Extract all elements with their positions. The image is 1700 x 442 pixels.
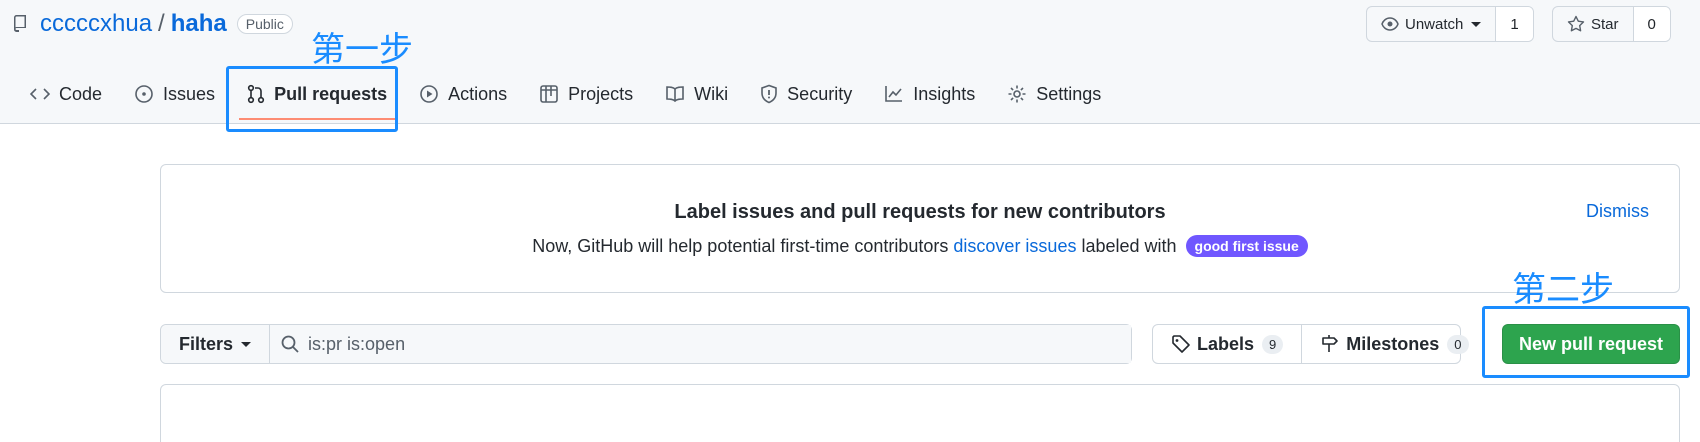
step1-annotation: 第一步 — [311, 30, 413, 70]
repo-nav: Code Issues Pull requests Actions Projec… — [14, 72, 1117, 120]
banner-text-before: Now, GitHub will help potential first-ti… — [532, 236, 954, 256]
tab-security[interactable]: Security — [744, 72, 868, 116]
dismiss-link[interactable]: Dismiss — [1586, 201, 1649, 222]
tab-projects-label: Projects — [568, 83, 634, 104]
tab-code[interactable]: Code — [14, 72, 118, 116]
milestone-icon — [1322, 335, 1339, 352]
tab-code-label: Code — [59, 83, 103, 104]
chevron-down-icon — [241, 341, 252, 347]
watchers-count[interactable]: 1 — [1496, 7, 1533, 41]
tab-issues[interactable]: Issues — [118, 72, 231, 116]
tab-issues-label: Issues — [163, 83, 216, 104]
tab-projects[interactable]: Projects — [523, 72, 649, 116]
gear-icon — [1008, 85, 1026, 103]
tab-security-label: Security — [787, 83, 853, 104]
code-icon — [30, 88, 50, 100]
banner-title: Label issues and pull requests for new c… — [674, 201, 1166, 223]
tab-settings-label: Settings — [1036, 83, 1102, 104]
play-icon — [420, 85, 438, 103]
star-button[interactable]: Star — [1553, 7, 1634, 41]
stars-count[interactable]: 0 — [1633, 7, 1670, 41]
tab-wiki[interactable]: Wiki — [649, 72, 744, 116]
labels-milestones-group: Labels 9 Milestones 0 — [1152, 324, 1469, 364]
filters-button[interactable]: Filters — [161, 325, 271, 363]
repo-separator: / — [158, 10, 165, 37]
discover-issues-link[interactable]: discover issues — [953, 236, 1076, 256]
labels-count: 9 — [1262, 334, 1284, 354]
chevron-down-icon — [1471, 21, 1482, 27]
tab-settings[interactable]: Settings — [991, 72, 1117, 116]
star-label: Star — [1591, 15, 1619, 33]
visibility-badge: Public — [236, 14, 293, 34]
watch-button-group: Unwatch 1 — [1366, 6, 1534, 42]
milestones-button[interactable]: Milestones 0 — [1301, 325, 1486, 363]
search-query: is:pr is:open — [308, 333, 406, 354]
new-pull-request-button[interactable]: New pull request — [1502, 324, 1680, 364]
tab-actions[interactable]: Actions — [403, 72, 523, 116]
filter-bar: Filters is:pr is:open — [160, 324, 1132, 364]
good-first-issue-label[interactable]: good first issue — [1185, 235, 1308, 257]
graph-icon — [885, 86, 903, 102]
shield-icon — [761, 84, 777, 104]
filters-label: Filters — [179, 333, 234, 354]
book-icon — [666, 86, 684, 103]
unwatch-label: Unwatch — [1405, 15, 1464, 33]
labels-label: Labels — [1197, 333, 1255, 354]
contributors-banner: Label issues and pull requests for new c… — [160, 164, 1680, 293]
tab-insights-label: Insights — [913, 83, 976, 104]
tag-icon — [1172, 335, 1190, 353]
tab-actions-label: Actions — [448, 83, 508, 104]
labels-button[interactable]: Labels 9 — [1153, 325, 1301, 363]
milestones-label: Milestones — [1346, 333, 1440, 354]
unwatch-button[interactable]: Unwatch — [1367, 7, 1497, 41]
star-icon — [1567, 15, 1585, 32]
issue-icon — [135, 85, 153, 103]
eye-icon — [1381, 17, 1399, 31]
milestones-count: 0 — [1447, 334, 1469, 354]
repo-icon — [12, 15, 28, 32]
table-icon — [540, 85, 558, 103]
tab-wiki-label: Wiki — [694, 83, 729, 104]
banner-text-after: labeled with — [1076, 236, 1182, 256]
tab-insights[interactable]: Insights — [868, 72, 991, 116]
step1-highlight-box — [226, 66, 398, 132]
step2-annotation: 第二步 — [1512, 270, 1614, 310]
repo-owner-link[interactable]: cccccxhua — [40, 10, 152, 38]
search-icon — [281, 335, 299, 353]
pull-request-list — [160, 384, 1680, 442]
repo-name-link[interactable]: haha — [171, 10, 227, 38]
search-input[interactable]: is:pr is:open — [270, 325, 1131, 363]
repo-title: cccccxhua / haha Public — [12, 8, 293, 40]
star-button-group: Star 0 — [1552, 6, 1671, 42]
banner-text: Now, GitHub will help potential first-ti… — [161, 235, 1679, 257]
